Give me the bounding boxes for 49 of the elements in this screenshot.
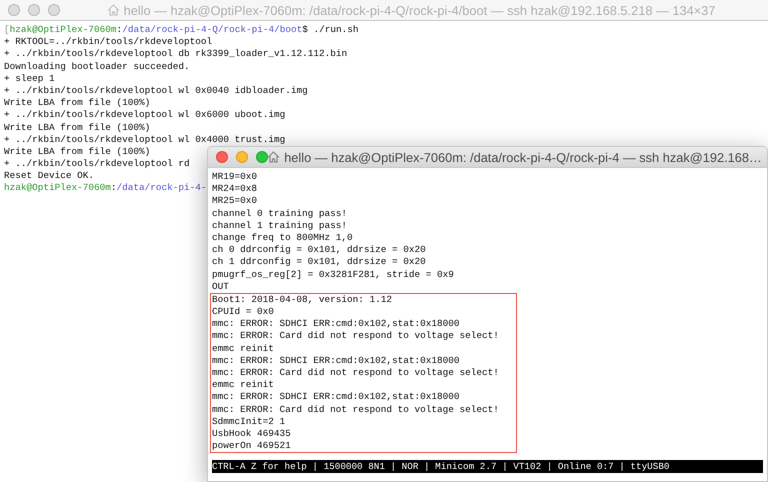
- window-title: hello — hzak@OptiPlex-7060m: /data/rock-pi-4-Q/rock-pi-4/boot — ssh hzak@192.168.5.218 — 134×37: [124, 2, 716, 18]
- terminal-output-line: mmc: ERROR: Card did not respond to voltage select!: [212, 367, 499, 378]
- terminal-output-line: mmc: ERROR: SDHCI ERR:cmd:0x102,stat:0x18000: [212, 354, 460, 366]
- terminal-output-line: mmc: ERROR: Card did not respond to voltage select!: [212, 404, 499, 415]
- terminal-output-line: OUT: [212, 280, 229, 292]
- terminal-output-line: pmugrf_os_reg[2] = 0x3281F281, stride = 0x9: [212, 268, 454, 280]
- terminal-output-line: MR24=0x8: [212, 183, 258, 194]
- terminal-output-line: mmc: ERROR: SDHCI ERR:cmd:0x102,stat:0x18000: [212, 318, 460, 330]
- terminal-output-line: Write LBA from file (100%): [4, 122, 150, 132]
- shell-prompt: hzak@OptiPlex-7060m:/data/rock-pi-4-: [4, 182, 207, 194]
- terminal-output-line: ch 1 ddrconfig = 0x101, ddrsize = 0x20: [212, 256, 426, 268]
- terminal-output-line: mmc: ERROR: SDHCI ERR:cmd:0x102,stat:0x18000: [212, 391, 460, 402]
- terminal-output-line: + ../rkbin/tools/rkdeveloptool rd: [4, 158, 190, 170]
- terminal-output-line: ch 0 ddrconfig = 0x101, ddrsize = 0x20: [212, 244, 426, 256]
- terminal-output-line: MR19=0x0: [212, 171, 258, 182]
- terminal-output-line: + sleep 1: [4, 72, 55, 84]
- terminal-output-line: powerOn 469521: [212, 440, 291, 452]
- minimize-button[interactable]: [28, 4, 40, 16]
- minimize-button[interactable]: [236, 151, 248, 163]
- terminal-output-line: + RKTOOL=../rkbin/tools/rkdeveloptool: [4, 36, 212, 48]
- terminal-output-line: Boot1: 2018-04-08, version: 1.12: [212, 294, 392, 305]
- terminal-output-line: Write LBA from file (100%): [4, 97, 150, 108]
- terminal-output-line: CPUId = 0x0: [212, 306, 274, 318]
- terminal-output-line: channel 0 training pass!: [212, 208, 348, 219]
- terminal-output-line: mmc: ERROR: Card did not respond to voltage select!: [212, 330, 499, 342]
- terminal-output-line: channel 1 training pass!: [212, 220, 348, 231]
- status-bar: CTRL-A Z for help | 1500000 8N1 | NOR | Minicom 2.7 | VT102 | Online 0:7 | ttyUSB0: [212, 460, 763, 473]
- terminal-output-line: + ../rkbin/tools/rkdeveloptool db rk3399_loader_v1.12.112.bin: [4, 48, 348, 60]
- close-button[interactable]: [8, 4, 20, 16]
- zoom-button[interactable]: [48, 4, 60, 16]
- terminal-output-line: Write LBA from file (100%): [4, 146, 150, 157]
- home-icon: [267, 151, 280, 163]
- terminal-output-line: UsbHook 469435: [212, 428, 291, 439]
- close-button[interactable]: [216, 151, 228, 163]
- window-title: hello — hzak@OptiPlex-7060m: /data/rock-pi-4-Q/rock-pi-4 — ssh hzak@192.168…: [284, 150, 762, 164]
- terminal-output-line: change freq to 800MHz 1,0: [212, 232, 353, 243]
- line-marker: [: [4, 24, 10, 35]
- terminal-output-line: + ../rkbin/tools/rkdeveloptool wl 0x0040 idbloader.img: [4, 84, 308, 96]
- terminal-output-line: Reset Device OK.: [4, 170, 94, 182]
- terminal-output-line: emmc reinit: [212, 379, 274, 390]
- shell-prompt: hzak@OptiPlex-7060m:/data/rock-pi-4-Q/rock-pi-4/boot$ ./run.sh: [10, 24, 358, 35]
- terminal-output-line: + ../rkbin/tools/rkdeveloptool wl 0x4000 trust.img: [4, 134, 286, 145]
- terminal-output-line: Downloading bootloader succeeded.: [4, 60, 190, 72]
- terminal-output-line: emmc reinit: [212, 342, 274, 354]
- zoom-button[interactable]: [256, 151, 268, 163]
- terminal-output-line: + ../rkbin/tools/rkdeveloptool wl 0x6000 uboot.img: [4, 109, 286, 120]
- home-icon: [106, 4, 120, 16]
- terminal-output-line: SdmmcInit=2 1: [212, 416, 286, 427]
- terminal-output-line: MR25=0x0: [212, 195, 258, 206]
